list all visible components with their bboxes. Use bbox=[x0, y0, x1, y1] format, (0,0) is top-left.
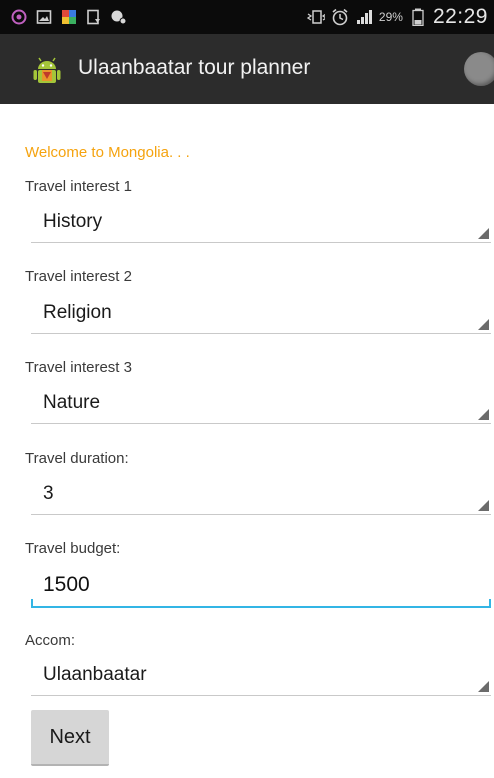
travel-duration-spinner[interactable]: 3 bbox=[31, 478, 491, 515]
travel-budget-label: Travel budget: bbox=[25, 540, 121, 557]
vibrate-icon bbox=[306, 8, 325, 26]
travel-duration-label: Travel duration: bbox=[25, 450, 129, 467]
download-icon bbox=[85, 8, 103, 26]
app-title: Ulaanbaatar tour planner bbox=[78, 56, 311, 79]
notification-icons bbox=[10, 6, 128, 28]
travel-interest-3-value: Nature bbox=[43, 392, 101, 413]
accom-value: Ulaanbaatar bbox=[43, 664, 147, 685]
multicolor-app-icon bbox=[60, 8, 78, 26]
travel-interest-1-spinner[interactable]: History bbox=[31, 206, 491, 243]
travel-interest-2-value: Religion bbox=[43, 302, 112, 323]
system-indicators: 29% 22:29 bbox=[306, 4, 488, 30]
next-button[interactable]: Next bbox=[31, 710, 109, 766]
gallery-icon bbox=[35, 8, 53, 26]
battery-percent: 29% bbox=[378, 10, 403, 24]
travel-interest-2-spinner[interactable]: Religion bbox=[31, 297, 491, 334]
accom-label: Accom: bbox=[25, 632, 76, 649]
welcome-text: Welcome to Mongolia. . . bbox=[25, 144, 190, 161]
travel-interest-2-label: Travel interest 2 bbox=[25, 268, 132, 285]
form-content: Welcome to Mongolia. . . Travel interest… bbox=[0, 104, 494, 778]
spinner-arrow-icon bbox=[478, 409, 489, 420]
status-bar: 29% 22:29 bbox=[0, 0, 494, 34]
accom-spinner[interactable]: Ulaanbaatar bbox=[31, 659, 491, 696]
travel-interest-1-label: Travel interest 1 bbox=[25, 178, 132, 195]
travel-budget-value: 1500 bbox=[43, 573, 90, 596]
action-bar: Ulaanbaatar tour planner bbox=[0, 34, 494, 104]
travel-interest-1-value: History bbox=[43, 211, 103, 232]
spinner-arrow-icon bbox=[478, 228, 489, 239]
travel-budget-input[interactable]: 1500 bbox=[31, 570, 491, 608]
action-toggle-button[interactable] bbox=[464, 52, 494, 86]
battery-icon bbox=[409, 8, 427, 26]
spinner-arrow-icon bbox=[478, 500, 489, 511]
alarm-icon bbox=[331, 8, 349, 26]
spinner-arrow-icon bbox=[478, 681, 489, 692]
signal-icon bbox=[355, 8, 373, 26]
travel-interest-3-spinner[interactable]: Nature bbox=[31, 387, 491, 424]
travel-interest-3-label: Travel interest 3 bbox=[25, 359, 132, 376]
travel-duration-value: 3 bbox=[43, 483, 54, 504]
spinner-arrow-icon bbox=[478, 319, 489, 330]
clock-time: 22:29 bbox=[432, 5, 488, 28]
android-app-icon bbox=[32, 56, 62, 86]
notification-app-icon bbox=[10, 8, 28, 26]
sync-icon bbox=[110, 8, 128, 26]
